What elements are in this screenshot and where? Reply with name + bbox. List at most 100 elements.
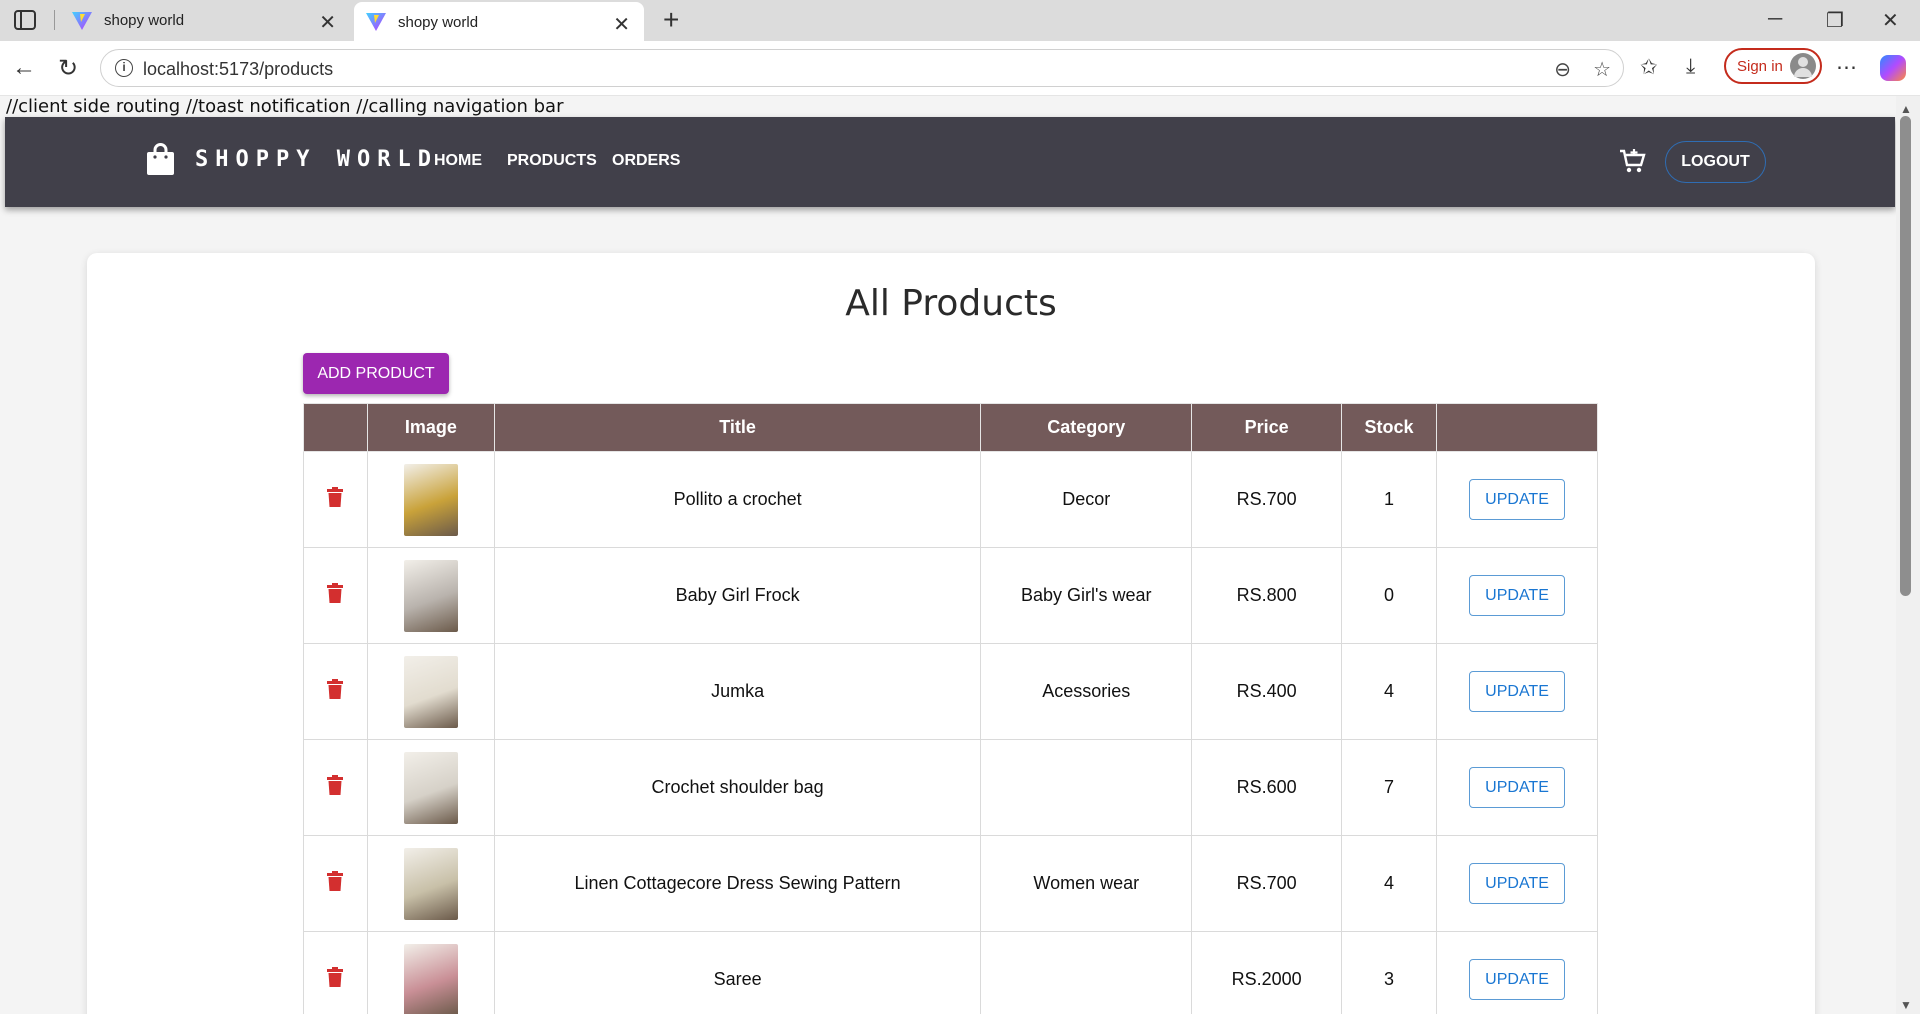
product-title: Saree <box>493 931 982 1014</box>
image-cell <box>366 739 495 836</box>
browser-tab-2[interactable]: shopy world ✕ <box>354 2 644 42</box>
shopping-bag-icon <box>147 143 174 175</box>
action-cell: UPDATE <box>1436 835 1598 932</box>
download-icon[interactable]: ⤓ <box>1686 55 1695 79</box>
sign-in-label: Sign in <box>1737 57 1783 75</box>
brand-name[interactable]: SHOPPY WORLD <box>195 147 438 172</box>
product-category <box>980 739 1193 836</box>
trash-icon[interactable] <box>327 871 344 891</box>
product-price: RS.600 <box>1191 739 1343 836</box>
tab-title: shopy world <box>104 12 185 29</box>
site-info-icon[interactable]: i <box>115 59 133 77</box>
product-category: Decor <box>980 451 1193 548</box>
window-close-icon[interactable]: ✕ <box>1882 8 1899 33</box>
new-tab-icon[interactable]: + <box>663 4 679 36</box>
table-row: Jumka Acessories RS.400 4 UPDATE <box>303 643 1598 740</box>
page-title: All Products <box>845 283 1057 324</box>
table-row: Crochet shoulder bag RS.600 7 UPDATE <box>303 739 1598 836</box>
action-cell: UPDATE <box>1436 643 1598 740</box>
copilot-icon[interactable] <box>1880 55 1906 81</box>
product-title: Jumka <box>493 643 982 740</box>
minimize-icon[interactable]: ─ <box>1768 8 1782 31</box>
delete-cell <box>303 547 368 644</box>
image-cell <box>366 451 495 548</box>
update-button[interactable]: UPDATE <box>1469 671 1566 712</box>
image-cell <box>366 931 495 1014</box>
sign-in-button[interactable]: Sign in <box>1724 48 1822 84</box>
scrollbar-thumb[interactable] <box>1900 116 1911 596</box>
action-cell: UPDATE <box>1436 931 1598 1014</box>
update-button[interactable]: UPDATE <box>1469 479 1566 520</box>
product-category: Baby Girl's wear <box>980 547 1193 644</box>
product-thumbnail <box>403 463 458 536</box>
product-price: RS.700 <box>1191 835 1343 932</box>
more-options-icon[interactable]: ⋯ <box>1836 55 1857 80</box>
update-button[interactable]: UPDATE <box>1469 863 1566 904</box>
product-title: Pollito a crochet <box>493 451 982 548</box>
product-category: Acessories <box>980 643 1193 740</box>
delete-cell <box>303 835 368 932</box>
browser-tab-1[interactable]: shopy world ✕ <box>60 0 350 41</box>
nav-link-orders[interactable]: ORDERS <box>612 152 680 170</box>
nav-link-home[interactable]: HOME <box>434 152 482 170</box>
close-icon[interactable]: ✕ <box>613 12 630 37</box>
logout-button[interactable]: LOGOUT <box>1665 141 1766 183</box>
close-icon[interactable]: ✕ <box>319 10 336 35</box>
cart-icon[interactable] <box>1618 147 1646 175</box>
action-cell: UPDATE <box>1436 739 1598 836</box>
column-header-delete <box>303 403 368 452</box>
url-text: localhost:5173/products <box>143 59 334 79</box>
product-stock: 7 <box>1341 739 1438 836</box>
browser-address-bar: ← ↻ i localhost:5173/products ⊖ ☆ ✩ ⤓ Si… <box>0 41 1920 96</box>
scroll-up-arrow-icon[interactable]: ▲ <box>1900 102 1912 116</box>
tab-actions-icon[interactable] <box>14 10 36 30</box>
product-thumbnail <box>403 559 458 632</box>
action-cell: UPDATE <box>1436 451 1598 548</box>
tab-separator <box>54 10 55 30</box>
product-title: Crochet shoulder bag <box>493 739 982 836</box>
product-thumbnail <box>403 847 458 920</box>
update-button[interactable]: UPDATE <box>1469 575 1566 616</box>
trash-icon[interactable] <box>327 583 344 603</box>
product-category: Women wear <box>980 835 1193 932</box>
favorite-star-icon[interactable]: ☆ <box>1593 57 1611 82</box>
trash-icon[interactable] <box>327 775 344 795</box>
add-product-button[interactable]: ADD PRODUCT <box>303 353 449 394</box>
trash-icon[interactable] <box>327 679 344 699</box>
update-button[interactable]: UPDATE <box>1469 767 1566 808</box>
reload-icon[interactable]: ↻ <box>58 54 78 83</box>
zoom-icon[interactable]: ⊖ <box>1554 57 1571 82</box>
update-button[interactable]: UPDATE <box>1469 959 1566 1000</box>
product-title: Baby Girl Frock <box>493 547 982 644</box>
trash-icon[interactable] <box>327 967 344 987</box>
product-title: Linen Cottagecore Dress Sewing Pattern <box>493 835 982 932</box>
restore-icon[interactable]: ❐ <box>1826 8 1844 33</box>
product-stock: 3 <box>1341 931 1438 1014</box>
app-navbar: SHOPPY WORLD HOME PRODUCTS ORDERS LOGOUT <box>5 117 1895 207</box>
table-row: Saree RS.2000 3 UPDATE <box>303 931 1598 1014</box>
product-thumbnail <box>403 655 458 728</box>
back-icon[interactable]: ← <box>12 54 36 82</box>
product-stock: 4 <box>1341 643 1438 740</box>
column-header-stock: Stock <box>1341 403 1438 452</box>
scroll-down-arrow-icon[interactable]: ▼ <box>1900 998 1912 1012</box>
delete-cell <box>303 643 368 740</box>
table-header-row: Image Title Category Price Stock <box>303 403 1598 452</box>
nav-link-products[interactable]: PRODUCTS <box>507 152 597 170</box>
url-field[interactable]: i localhost:5173/products ⊖ ☆ <box>100 49 1624 87</box>
product-thumbnail <box>403 943 458 1014</box>
product-price: RS.2000 <box>1191 931 1343 1014</box>
product-price: RS.700 <box>1191 451 1343 548</box>
product-stock: 0 <box>1341 547 1438 644</box>
dev-note-text: //client side routing //toast notificati… <box>6 96 564 117</box>
trash-icon[interactable] <box>327 487 344 507</box>
product-price: RS.800 <box>1191 547 1343 644</box>
table-row: Linen Cottagecore Dress Sewing Pattern W… <box>303 835 1598 932</box>
image-cell <box>366 547 495 644</box>
product-stock: 4 <box>1341 835 1438 932</box>
column-header-price: Price <box>1191 403 1343 452</box>
products-table: Image Title Category Price Stock Pollito… <box>303 403 1598 1014</box>
favorites-icon[interactable]: ✩ <box>1640 55 1658 80</box>
image-cell <box>366 643 495 740</box>
vite-logo-icon <box>366 13 386 31</box>
